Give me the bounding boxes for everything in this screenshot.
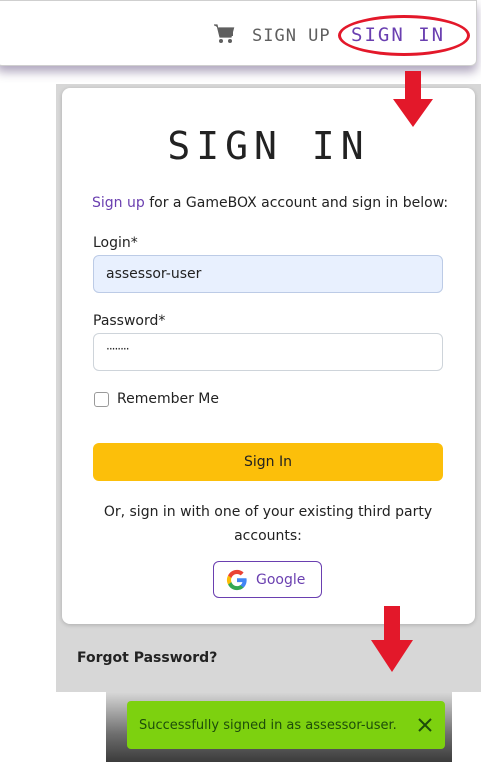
close-icon[interactable] bbox=[415, 715, 435, 735]
annotation-arrow-down-icon bbox=[393, 71, 433, 127]
login-field-value: assessor-user bbox=[106, 266, 202, 282]
google-sign-in-button[interactable]: Google bbox=[213, 561, 322, 598]
sign-in-button[interactable]: Sign In bbox=[93, 443, 443, 481]
signup-intro-text: Sign up for a GameBOX account and sign i… bbox=[92, 194, 452, 212]
login-label: Login* bbox=[93, 235, 138, 251]
remember-me-checkbox[interactable] bbox=[94, 392, 109, 407]
signup-intro-rest: for a GameBOX account and sign in below: bbox=[144, 195, 449, 211]
toast-message: Successfully signed in as assessor-user. bbox=[139, 717, 397, 733]
shopping-cart-icon[interactable] bbox=[213, 24, 235, 44]
google-button-label: Google bbox=[256, 571, 306, 588]
third-party-text: Or, sign in with one of your existing th… bbox=[103, 504, 433, 544]
signup-link[interactable]: Sign up bbox=[92, 195, 145, 211]
forgot-password-link[interactable]: Forgot Password? bbox=[77, 650, 217, 666]
password-label: Password* bbox=[93, 313, 166, 329]
google-icon bbox=[226, 569, 247, 590]
nav-sign-up-link[interactable]: SIGN UP bbox=[252, 26, 331, 46]
remember-me-label[interactable]: Remember Me bbox=[117, 390, 219, 408]
annotation-highlight-circle bbox=[338, 15, 470, 56]
password-field-value: ········ bbox=[106, 342, 129, 356]
success-toast: Successfully signed in as assessor-user. bbox=[127, 701, 445, 749]
password-field[interactable]: ········ bbox=[93, 333, 443, 371]
page-title: SIGN IN bbox=[167, 124, 370, 168]
annotation-arrow-down-icon bbox=[371, 606, 413, 672]
login-field[interactable]: assessor-user bbox=[93, 255, 443, 293]
